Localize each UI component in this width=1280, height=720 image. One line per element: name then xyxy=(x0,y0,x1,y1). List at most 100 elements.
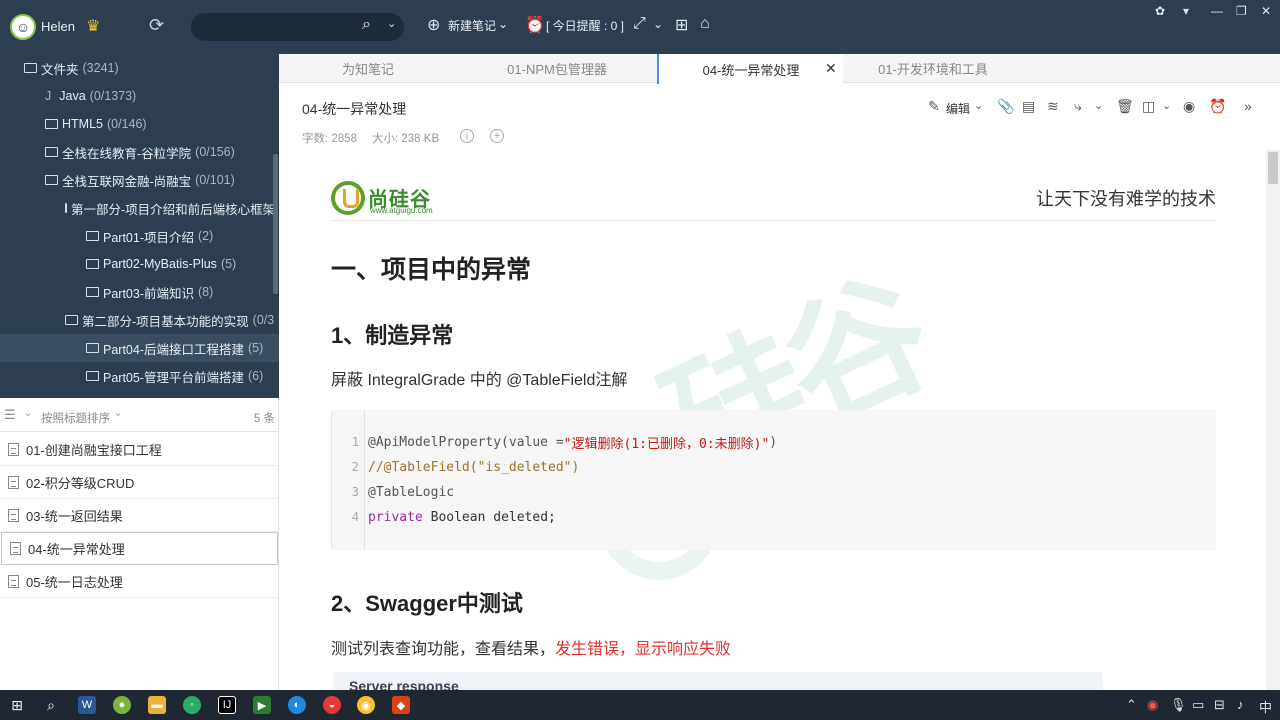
skin-icon[interactable]: ✿ xyxy=(1155,4,1165,18)
tree-item-part05[interactable]: Part05-管理平台前端搭建 (6) xyxy=(0,362,279,390)
wechat-icon[interactable]: ◦ xyxy=(183,696,201,714)
view-dropdown-icon[interactable]: ⌄ xyxy=(1162,99,1171,112)
file-explorer-icon[interactable]: ▬ xyxy=(148,696,166,714)
tree-item-part02[interactable]: Part02-MyBatis-Plus (5) xyxy=(0,250,279,278)
edit-dropdown-icon[interactable]: ⌄ xyxy=(974,99,983,112)
edit-icon[interactable]: ✎ xyxy=(928,98,940,115)
list-view-icon[interactable]: ☰ xyxy=(4,407,16,423)
username[interactable]: Helen xyxy=(41,19,75,34)
plus-circle-icon[interactable]: ⊕ xyxy=(427,15,440,35)
note-item[interactable]: 03-统一返回结果 xyxy=(0,499,279,532)
code-line: 4 private Boolean deleted; xyxy=(332,505,1217,529)
new-note-dropdown-icon[interactable]: ⌄ xyxy=(498,17,508,31)
weibo-icon[interactable]: ◉ xyxy=(1183,98,1195,115)
sidebar-scrollbar[interactable] xyxy=(273,154,278,294)
window-expand-icon[interactable]: ⤢ xyxy=(633,15,646,33)
edit-button[interactable]: 编辑 xyxy=(946,100,970,117)
grid-icon[interactable]: ⊞ xyxy=(675,15,688,35)
windows-start-icon[interactable]: ⊞ xyxy=(8,696,26,714)
tab-devenv[interactable]: 01-开发环境和工具 xyxy=(843,54,1023,83)
app-icon[interactable]: ◆ xyxy=(392,696,410,714)
comment-icon[interactable]: ▤ xyxy=(1022,98,1035,115)
network-icon[interactable]: ⊟ xyxy=(1214,697,1225,713)
expand-dropdown-icon[interactable]: ⌄ xyxy=(653,17,663,31)
sort-dropdown-icon[interactable]: ⌄ xyxy=(114,408,122,419)
note-item[interactable]: 05-统一日志处理 xyxy=(0,565,279,598)
document-body[interactable]: 硅谷 尚硅谷 www.atguigu.com 让天下没有难学的技术 一、项目中的… xyxy=(279,150,1266,690)
menu-icon[interactable]: ▾ xyxy=(1183,4,1189,18)
ime-indicator[interactable]: 中 xyxy=(1259,697,1272,716)
tree-item-part04[interactable]: Part04-后端接口工程搭建 (5) xyxy=(0,334,279,362)
history-icon[interactable]: ≋ xyxy=(1047,98,1059,115)
scrollbar-thumb[interactable] xyxy=(1268,152,1278,184)
folder-icon xyxy=(45,119,58,129)
tab-wiz[interactable]: 为知笔记 xyxy=(279,54,457,83)
tab-label: 04-统一异常处理 xyxy=(702,62,800,78)
tree-item-count: (0/1373) xyxy=(89,89,137,103)
tree-item-part01[interactable]: Part01-项目介绍 (2) xyxy=(0,222,279,250)
note-item-selected[interactable]: 04-统一异常处理 xyxy=(1,532,278,565)
word-app-icon[interactable]: W xyxy=(78,696,96,714)
volume-icon[interactable]: ♪ xyxy=(1237,697,1244,712)
close-icon[interactable]: ✕ xyxy=(1261,4,1271,18)
taskbar-search-icon[interactable]: ⌕ xyxy=(42,696,60,714)
tab-exception[interactable]: 04-统一异常处理 ✕ xyxy=(657,54,843,84)
minimize-icon[interactable]: — xyxy=(1211,4,1223,18)
avatar[interactable]: ☺ xyxy=(10,14,36,40)
add-tag-icon[interactable]: + xyxy=(490,129,504,143)
info-icon[interactable]: i xyxy=(460,129,474,143)
tree-item-part1[interactable]: 第一部分-项目介绍和前后端核心框架 xyxy=(0,194,279,222)
search-icon[interactable]: ⌕ xyxy=(362,16,371,34)
reminder-icon[interactable]: ⏰ xyxy=(1209,98,1226,115)
code-block[interactable]: 1 @ApiModelProperty(value = "逻辑删除(1:已删除，… xyxy=(331,410,1216,550)
share-dropdown-icon[interactable]: ⌄ xyxy=(1094,99,1103,112)
tab-close-icon[interactable]: ✕ xyxy=(825,60,837,77)
microphone-icon[interactable]: 🎙 xyxy=(1170,697,1187,713)
line-number: 4 xyxy=(351,510,359,524)
today-reminder[interactable]: [ 今日提醒 : 0 ] xyxy=(546,17,624,34)
sync-icon[interactable]: ⟳ xyxy=(149,15,164,36)
note-item-title: 05-统一日志处理 xyxy=(26,574,123,590)
search-dropdown-icon[interactable]: ⌄ xyxy=(387,17,396,30)
tree-item-label: HTML5 xyxy=(62,117,103,131)
tray-app-icon[interactable]: ◉ xyxy=(1147,697,1158,713)
app-icon[interactable]: ◐ xyxy=(288,696,306,714)
tree-item-part03[interactable]: Part03-前端知识 (8) xyxy=(0,278,279,306)
tree-item-label: 全栈互联网金融-尚融宝 xyxy=(62,174,192,189)
tree-item-label: Part03-前端知识 xyxy=(103,286,194,301)
home-icon[interactable]: ⌂ xyxy=(700,15,710,33)
tree-item-part2[interactable]: 第二部分-项目基本功能的实现 (0/3 xyxy=(0,306,279,334)
new-note-button[interactable]: 新建笔记 xyxy=(448,17,496,34)
app-icon[interactable]: ● xyxy=(113,696,131,714)
tree-item-java[interactable]: J Java (0/1373) xyxy=(0,82,279,110)
view-dropdown-icon[interactable]: ⌄ xyxy=(24,408,32,419)
restore-icon[interactable]: ❐ xyxy=(1236,4,1247,18)
tab-npm[interactable]: 01-NPM包管理器 xyxy=(457,54,657,83)
tray-expand-icon[interactable]: ⌃ xyxy=(1126,697,1137,713)
folder-root[interactable]: 文件夹 (3241) xyxy=(0,54,279,82)
app-icon[interactable]: ◒ xyxy=(323,696,341,714)
alarm-icon[interactable]: ⏰ xyxy=(525,15,545,35)
battery-icon[interactable]: ▭ xyxy=(1192,697,1204,713)
tree-item-srb[interactable]: 全栈互联网金融-尚融宝 (0/101) xyxy=(0,166,279,194)
server-response-box: Server response xyxy=(333,672,1103,690)
document-scrollbar[interactable] xyxy=(1266,150,1280,690)
attachment-icon[interactable]: 📎 xyxy=(997,98,1014,115)
reading-view-icon[interactable]: ◫ xyxy=(1142,98,1155,115)
code-string: "逻辑删除(1:已删除，0:未删除)" xyxy=(563,436,770,452)
trash-icon[interactable]: 🗑 xyxy=(1116,98,1134,115)
app-icon[interactable]: ▶ xyxy=(253,696,271,714)
intellij-icon[interactable]: IJ xyxy=(218,696,236,714)
line-number: 2 xyxy=(351,460,359,474)
sort-button[interactable]: 按照标题排序 xyxy=(41,410,110,426)
tree-item-html5[interactable]: HTML5 (0/146) xyxy=(0,110,279,138)
document-icon xyxy=(10,542,21,555)
note-title[interactable]: 04-统一异常处理 xyxy=(302,99,406,119)
more-icon[interactable]: » xyxy=(1244,98,1252,114)
note-item[interactable]: 01-创建尚融宝接口工程 xyxy=(0,433,279,466)
tree-item-guli[interactable]: 全栈在线教育-谷粒学院 (0/156) xyxy=(0,138,279,166)
search-input[interactable] xyxy=(191,13,404,41)
chrome-icon[interactable]: ◉ xyxy=(357,696,375,714)
note-item[interactable]: 02-积分等级CRUD xyxy=(0,466,279,499)
share-icon[interactable]: ⤷ xyxy=(1074,98,1082,115)
